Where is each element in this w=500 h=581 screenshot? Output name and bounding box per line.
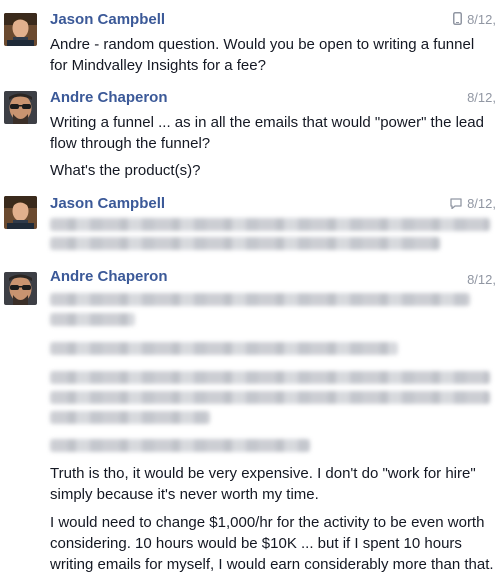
- message: Andre Chaperon 8/12, Writing a funnel ..…: [0, 87, 500, 187]
- redacted-text: [50, 411, 210, 424]
- avatar[interactable]: [4, 13, 37, 46]
- chat-icon: [450, 197, 462, 212]
- redacted-text: [50, 391, 490, 404]
- timestamp: 8/12,: [467, 272, 496, 287]
- timestamp-text: 8/12,: [467, 12, 496, 27]
- phone-icon: [453, 12, 463, 28]
- author-name[interactable]: Andre Chaperon: [50, 89, 168, 106]
- timestamp-text: 8/12,: [467, 196, 496, 211]
- timestamp: 8/12,: [467, 90, 496, 105]
- author-name[interactable]: Andre Chaperon: [50, 268, 168, 285]
- redacted-text: [50, 293, 470, 306]
- avatar[interactable]: [4, 91, 37, 124]
- message-text: What's the product(s)?: [50, 162, 201, 179]
- message-text: I would need to change $1,000/hr for the…: [50, 514, 494, 573]
- message: Andre Chaperon 8/12, Truth is tho, it wo…: [0, 268, 500, 581]
- avatar[interactable]: [4, 272, 37, 305]
- message-text: Truth is tho, it would be very expensive…: [50, 465, 476, 503]
- redacted-text: [50, 342, 398, 355]
- timestamp: 8/12,: [453, 12, 496, 28]
- redacted-text: [50, 218, 490, 231]
- redacted-text: [50, 237, 440, 250]
- redacted-text: [50, 313, 135, 326]
- redacted-text: [50, 439, 310, 452]
- author-name[interactable]: Jason Campbell: [50, 11, 165, 28]
- avatar[interactable]: [4, 196, 37, 229]
- timestamp-text: 8/12,: [467, 272, 496, 287]
- message-text: Writing a funnel ... as in all the email…: [50, 114, 484, 152]
- timestamp: 8/12,: [450, 196, 496, 212]
- author-name[interactable]: Jason Campbell: [50, 195, 165, 212]
- message: Jason Campbell 8/12, Andre - random ques…: [0, 9, 500, 79]
- redacted-text: [50, 371, 490, 384]
- message-text: Andre - random question. Would you be op…: [50, 36, 475, 74]
- message: Jason Campbell 8/12,: [0, 193, 500, 263]
- timestamp-text: 8/12,: [467, 90, 496, 105]
